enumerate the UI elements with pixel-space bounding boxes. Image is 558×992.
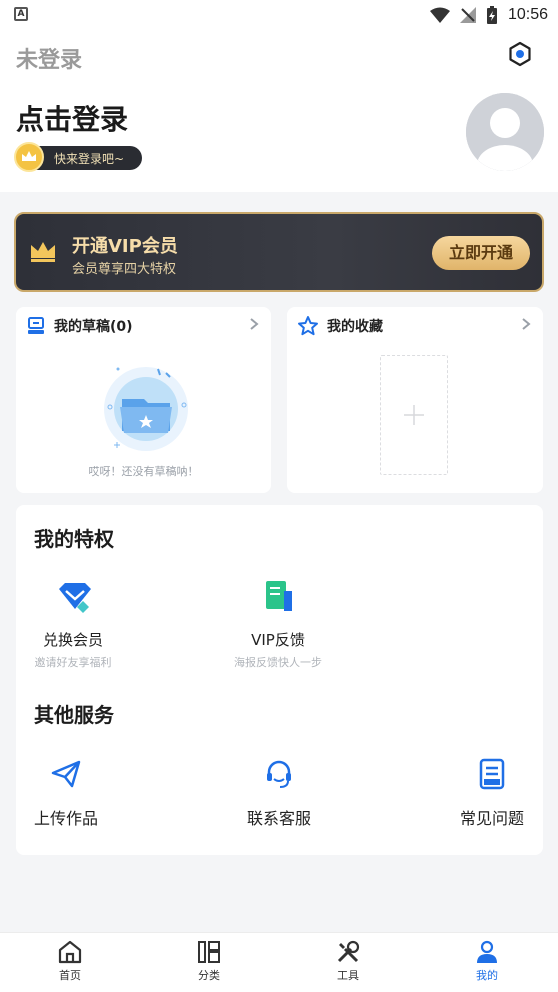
tab-tools[interactable]: 工具 bbox=[308, 939, 388, 983]
battery-charging-icon bbox=[486, 6, 497, 24]
privilege-label: VIP反馈 bbox=[251, 631, 305, 649]
profile-header: 未登录 点击登录 快来登录吧~ bbox=[0, 30, 558, 192]
status-icons: 10:56 bbox=[429, 4, 548, 26]
tab-home[interactable]: 首页 bbox=[30, 939, 110, 983]
service-contact-support[interactable]: 联系客服 bbox=[224, 757, 334, 829]
wifi-icon bbox=[429, 7, 450, 23]
login-prompt[interactable]: 点击登录 bbox=[16, 98, 128, 138]
avatar[interactable] bbox=[466, 93, 544, 171]
gem-icon bbox=[59, 583, 91, 613]
favorite-add-placeholder[interactable] bbox=[380, 355, 448, 475]
favorites-card[interactable]: 我的收藏 bbox=[287, 307, 543, 493]
login-status-label: 未登录 bbox=[16, 48, 83, 73]
paper-plane-icon bbox=[51, 760, 81, 788]
settings-icon[interactable] bbox=[506, 40, 534, 68]
signal-off-icon bbox=[459, 7, 476, 23]
profile-icon bbox=[477, 940, 497, 963]
login-hint-badge[interactable]: 快来登录吧~ bbox=[14, 142, 142, 172]
chevron-right-icon[interactable] bbox=[247, 317, 261, 331]
tools-icon bbox=[337, 940, 360, 963]
category-icon bbox=[198, 941, 220, 963]
clock: 10:56 bbox=[507, 6, 548, 23]
tab-mine[interactable]: 我的 bbox=[447, 939, 527, 983]
privilege-subtitle: 海报反馈快人一步 bbox=[234, 656, 322, 669]
service-upload-works[interactable]: 上传作品 bbox=[11, 757, 121, 829]
draft-icon bbox=[28, 317, 44, 334]
favorites-header[interactable]: 我的收藏 bbox=[297, 315, 383, 337]
services-panel: 我的特权 兑换会员 邀请好友享福利 VIP反馈 海报反馈快人一步 其他服务 上传… bbox=[16, 505, 543, 855]
tab-label: 我的 bbox=[476, 969, 498, 982]
empty-folder-illustration-icon bbox=[104, 367, 188, 451]
drafts-title: 我的草稿(0) bbox=[54, 319, 133, 335]
privileges-title: 我的特权 bbox=[34, 527, 114, 551]
privilege-label: 兑换会员 bbox=[42, 631, 103, 649]
headset-icon bbox=[267, 760, 291, 788]
app-notification-icon: A bbox=[14, 7, 28, 21]
star-icon bbox=[298, 316, 318, 336]
vip-open-button[interactable]: 立即开通 bbox=[432, 236, 530, 270]
home-icon bbox=[58, 940, 82, 964]
service-label: 常见问题 bbox=[459, 809, 524, 828]
tab-category[interactable]: 分类 bbox=[169, 939, 249, 983]
plus-icon bbox=[404, 405, 424, 425]
other-services-title: 其他服务 bbox=[34, 703, 114, 727]
drafts-empty-text: 哎呀！还没有草稿呐！ bbox=[88, 465, 199, 478]
privilege-subtitle: 邀请好友享福利 bbox=[34, 656, 112, 669]
vip-title: 开通VIP会员 bbox=[72, 236, 178, 257]
status-bar: A 10:56 bbox=[0, 0, 558, 30]
feedback-doc-icon bbox=[266, 581, 292, 611]
vip-banner[interactable]: 开通VIP会员 会员尊享四大特权 立即开通 bbox=[14, 212, 544, 292]
service-label: 上传作品 bbox=[33, 809, 98, 828]
tab-label: 分类 bbox=[198, 969, 220, 982]
favorites-title: 我的收藏 bbox=[327, 319, 383, 335]
crown-icon bbox=[31, 242, 55, 262]
tab-label: 工具 bbox=[337, 969, 359, 982]
privilege-vip-feedback[interactable]: VIP反馈 海报反馈快人一步 bbox=[208, 577, 348, 670]
bottom-tab-bar: 首页 分类 工具 我的 bbox=[0, 932, 558, 992]
service-label: 联系客服 bbox=[246, 809, 311, 828]
login-hint-text: 快来登录吧~ bbox=[54, 152, 125, 166]
service-faq[interactable]: 常见问题 bbox=[437, 757, 547, 829]
faq-doc-icon bbox=[479, 758, 505, 790]
drafts-header[interactable]: 我的草稿(0) bbox=[26, 315, 133, 337]
vip-subtitle: 会员尊享四大特权 bbox=[72, 262, 177, 277]
tab-label: 首页 bbox=[59, 969, 81, 982]
privilege-redeem-vip[interactable]: 兑换会员 邀请好友享福利 bbox=[3, 577, 143, 670]
crown-badge-icon bbox=[14, 142, 44, 172]
chevron-right-icon[interactable] bbox=[519, 317, 533, 331]
drafts-card[interactable]: 我的草稿(0) 哎呀！还没有草稿呐！ bbox=[16, 307, 271, 493]
